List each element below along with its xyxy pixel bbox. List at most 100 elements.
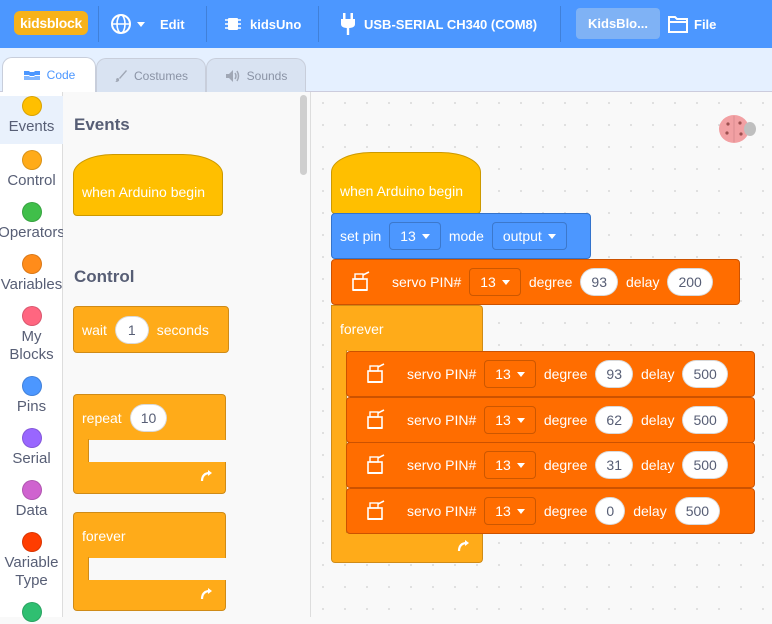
- tab-costumes[interactable]: Costumes: [96, 58, 206, 92]
- file-menu[interactable]: File: [668, 0, 716, 48]
- language-menu[interactable]: [110, 0, 145, 48]
- degree-input[interactable]: 31: [595, 451, 633, 479]
- block-label: wait: [82, 321, 107, 338]
- tab-code[interactable]: Code: [2, 57, 96, 92]
- file-label: File: [694, 16, 717, 32]
- servo-motor-icon: [367, 409, 385, 429]
- servo-block[interactable]: servo PIN# 13 degree 93 delay 500: [346, 351, 755, 397]
- block-label: when Arduino begin: [82, 184, 205, 200]
- block-label: forever: [82, 527, 126, 544]
- palette-wait-block[interactable]: wait 1 seconds: [73, 306, 229, 353]
- palette-scrollbar[interactable]: [300, 95, 307, 175]
- category-data[interactable]: Data: [0, 480, 63, 520]
- servo-pin-dropdown[interactable]: 13: [484, 497, 536, 525]
- servo-motor-icon: [352, 271, 370, 291]
- category-label: Variable Type: [4, 554, 59, 589]
- block-label: forever: [340, 320, 384, 337]
- category-label: My Blocks: [9, 328, 54, 363]
- serial-dot-icon: [21, 428, 42, 448]
- mode-dropdown[interactable]: output: [491, 222, 567, 250]
- dropdown-value: 13: [495, 412, 511, 428]
- degree-input[interactable]: 62: [595, 406, 633, 434]
- delay-input[interactable]: 500: [674, 497, 721, 525]
- repeat-block-foot: [73, 462, 226, 494]
- servo-pin-dropdown[interactable]: 13: [484, 360, 536, 388]
- block-label: repeat: [82, 409, 122, 426]
- dropdown-value: 13: [400, 228, 416, 244]
- servo-pin-dropdown[interactable]: 13: [469, 268, 521, 296]
- kidsblock-logo[interactable]: kidsblock: [14, 11, 88, 35]
- forever-block-arm: [73, 557, 89, 581]
- category-pins[interactable]: Pins: [0, 376, 63, 416]
- servo-block[interactable]: servo PIN# 13 degree 93 delay 200: [331, 259, 740, 305]
- category-label: Variables: [0, 276, 63, 293]
- repeat-block-arm: [73, 439, 89, 463]
- category-serial[interactable]: Serial: [0, 428, 63, 468]
- category-label: Operators: [0, 224, 65, 241]
- degree-input[interactable]: 0: [595, 497, 626, 525]
- board-menu[interactable]: kidsUno: [224, 0, 301, 48]
- chevron-down-icon: [137, 21, 145, 27]
- palette-forever-block[interactable]: forever: [73, 512, 226, 558]
- project-button[interactable]: KidsBlo...: [576, 8, 660, 39]
- servo-pin-dropdown[interactable]: 13: [484, 451, 536, 479]
- pin-dropdown[interactable]: 13: [389, 222, 441, 250]
- servo-motor-icon: [367, 363, 385, 383]
- degree-input[interactable]: 93: [580, 268, 618, 296]
- tab-sounds[interactable]: Sounds: [206, 58, 306, 92]
- block-label: degree: [543, 366, 588, 382]
- category-variable-type[interactable]: Variable Type: [0, 532, 63, 590]
- delay-input[interactable]: 500: [682, 360, 728, 388]
- category-events[interactable]: Events: [0, 96, 63, 144]
- palette-repeat-block[interactable]: repeat 10: [73, 394, 226, 440]
- palette-when-begin-block[interactable]: when Arduino begin: [73, 154, 223, 216]
- delay-input[interactable]: 500: [682, 406, 728, 434]
- forever-block[interactable]: forever: [331, 305, 483, 351]
- brush-icon: [114, 69, 127, 82]
- code-icon: [23, 71, 40, 80]
- category-operators[interactable]: Operators: [0, 202, 65, 242]
- chevron-down-icon: [516, 462, 525, 468]
- variables-dot-icon: [21, 254, 42, 274]
- loop-arrow-icon: [457, 540, 469, 552]
- port-menu[interactable]: USB-SERIAL CH340 (COM8): [340, 0, 537, 48]
- wait-value-input[interactable]: 1: [114, 315, 149, 344]
- category-more[interactable]: [0, 602, 63, 624]
- ladybug-icon[interactable]: [716, 112, 756, 146]
- block-label: degree: [543, 503, 588, 519]
- degree-input[interactable]: 93: [595, 360, 633, 388]
- block-label: delay: [633, 503, 667, 519]
- loop-arrow-icon: [200, 470, 212, 482]
- port-label: USB-SERIAL CH340 (COM8): [364, 16, 538, 32]
- set-pin-block[interactable]: set pin 13 mode output: [331, 213, 591, 259]
- servo-pin-dropdown[interactable]: 13: [484, 406, 536, 434]
- servo-motor-icon: [367, 454, 385, 474]
- servo-block[interactable]: servo PIN# 13 degree 0 delay 500: [346, 488, 755, 534]
- dropdown-value: 13: [480, 274, 496, 290]
- when-arduino-begin-block[interactable]: when Arduino begin: [331, 152, 481, 214]
- category-label: Serial: [12, 450, 51, 467]
- forever-block-foot: [331, 533, 483, 563]
- category-variables[interactable]: Variables: [0, 254, 63, 294]
- category-my-blocks[interactable]: My Blocks: [0, 306, 63, 364]
- dropdown-value: 13: [495, 457, 511, 473]
- chevron-down-icon: [547, 233, 556, 239]
- block-label: delay: [641, 457, 675, 473]
- servo-block[interactable]: servo PIN# 13 degree 31 delay 500: [346, 442, 755, 488]
- servo-block[interactable]: servo PIN# 13 degree 62 delay 500: [346, 397, 755, 443]
- block-label: delay: [626, 274, 660, 290]
- chevron-down-icon: [421, 233, 430, 239]
- edit-menu[interactable]: Edit: [160, 0, 185, 48]
- category-control[interactable]: Control: [0, 150, 63, 190]
- block-label: mode: [448, 228, 484, 244]
- menu-bar: kidsblock Edit kidsUno USB-SERIAL CH340 …: [0, 0, 772, 48]
- block-label: degree: [528, 274, 573, 290]
- block-label: degree: [543, 457, 588, 473]
- operators-dot-icon: [21, 202, 42, 222]
- delay-input[interactable]: 200: [667, 268, 713, 296]
- category-label: Pins: [16, 398, 47, 415]
- delay-input[interactable]: 500: [682, 451, 728, 479]
- chevron-down-icon: [516, 508, 525, 514]
- forever-block-arm: [331, 350, 347, 534]
- repeat-value-input[interactable]: 10: [129, 403, 168, 432]
